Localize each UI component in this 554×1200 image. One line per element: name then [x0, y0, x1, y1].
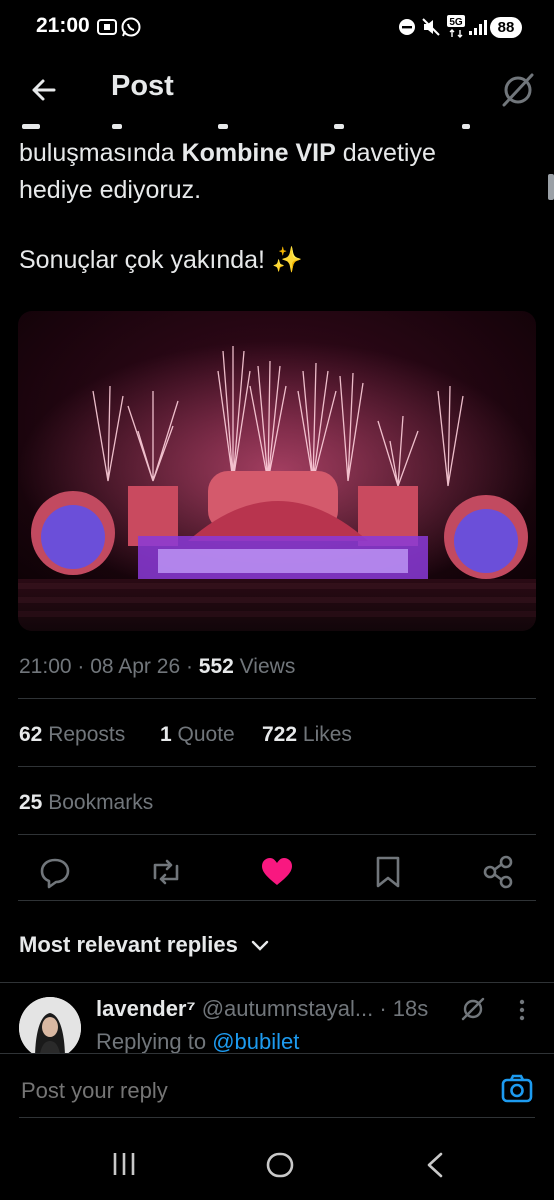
post-image-concert-fireworks[interactable] [18, 311, 536, 631]
reply-author-handle[interactable]: @autumnstayal... [202, 996, 374, 1021]
like-icon[interactable] [257, 852, 297, 892]
share-icon[interactable] [478, 852, 518, 892]
post-text-line-2: hediye ediyoruz. [19, 176, 202, 204]
home-icon[interactable] [265, 1151, 295, 1179]
divider [18, 900, 536, 901]
bookmarks-stat[interactable]: 25 Bookmarks [19, 791, 153, 815]
back-icon[interactable] [423, 1151, 447, 1179]
reposts-stat[interactable]: 62 Reposts [19, 723, 125, 747]
reply-context: Replying to @bubilet [96, 1029, 300, 1053]
grok-icon[interactable] [459, 995, 487, 1023]
reply-item[interactable]: lavender⁷ @autumnstayal... · 18s Replyin… [0, 983, 554, 1053]
scroll-indicator[interactable] [548, 174, 554, 200]
reply-author-name[interactable]: lavender⁷ [96, 996, 196, 1021]
network-5g-icon: 5G [447, 15, 465, 38]
scrolled-text-fragment [22, 121, 472, 129]
dnd-icon [399, 19, 415, 35]
avatar[interactable] [19, 997, 81, 1053]
system-nav-bar [0, 1124, 554, 1200]
status-bar: 21:00 5G 88 [0, 0, 554, 56]
replies-sort-label: Most relevant replies [19, 932, 238, 957]
back-arrow-icon[interactable] [24, 70, 64, 110]
bookmark-icon[interactable] [368, 852, 408, 892]
more-options-icon[interactable] [512, 997, 532, 1023]
divider [18, 766, 536, 767]
post-text-line-1: buluşmasında Kombine VIP davetiye [19, 139, 436, 167]
divider [18, 834, 536, 835]
status-time: 21:00 [36, 14, 90, 37]
replying-to-link[interactable]: @bubilet [212, 1029, 299, 1053]
grok-icon[interactable] [496, 68, 540, 112]
reply-input[interactable] [19, 1072, 463, 1110]
divider [18, 698, 536, 699]
reply-header: lavender⁷ @autumnstayal... · 18s [96, 996, 428, 1022]
top-app-bar: Post [0, 56, 554, 126]
post-meta: 21:00 · 08 Apr 26 · 552 Views [19, 655, 295, 679]
page-title: Post [111, 70, 174, 102]
repost-icon[interactable] [146, 852, 186, 892]
mute-icon [422, 18, 440, 36]
quotes-stat[interactable]: 1 Quote [160, 723, 235, 747]
likes-stat[interactable]: 722 Likes [262, 723, 352, 747]
reply-icon[interactable] [35, 852, 75, 892]
camera-icon[interactable] [500, 1072, 534, 1106]
post-text-line-3: Sonuçlar çok yakında! ✨ [19, 246, 304, 274]
views-label: Views [233, 655, 296, 678]
post-timestamp: 21:00 · 08 Apr 26 · [19, 655, 199, 678]
signal-icon [469, 20, 487, 35]
reply-timestamp: · 18s [379, 996, 429, 1021]
divider [19, 1117, 535, 1118]
screenshot-icon [97, 19, 117, 35]
reply-compose-bar [0, 1053, 554, 1124]
battery-icon: 88 [490, 17, 522, 38]
chevron-down-icon [251, 940, 269, 951]
recents-icon[interactable] [110, 1151, 138, 1177]
whatsapp-icon [121, 17, 141, 37]
replies-sort-dropdown[interactable]: Most relevant replies [19, 932, 270, 958]
svg-text:5G: 5G [449, 17, 463, 28]
views-count: 552 [198, 655, 234, 678]
